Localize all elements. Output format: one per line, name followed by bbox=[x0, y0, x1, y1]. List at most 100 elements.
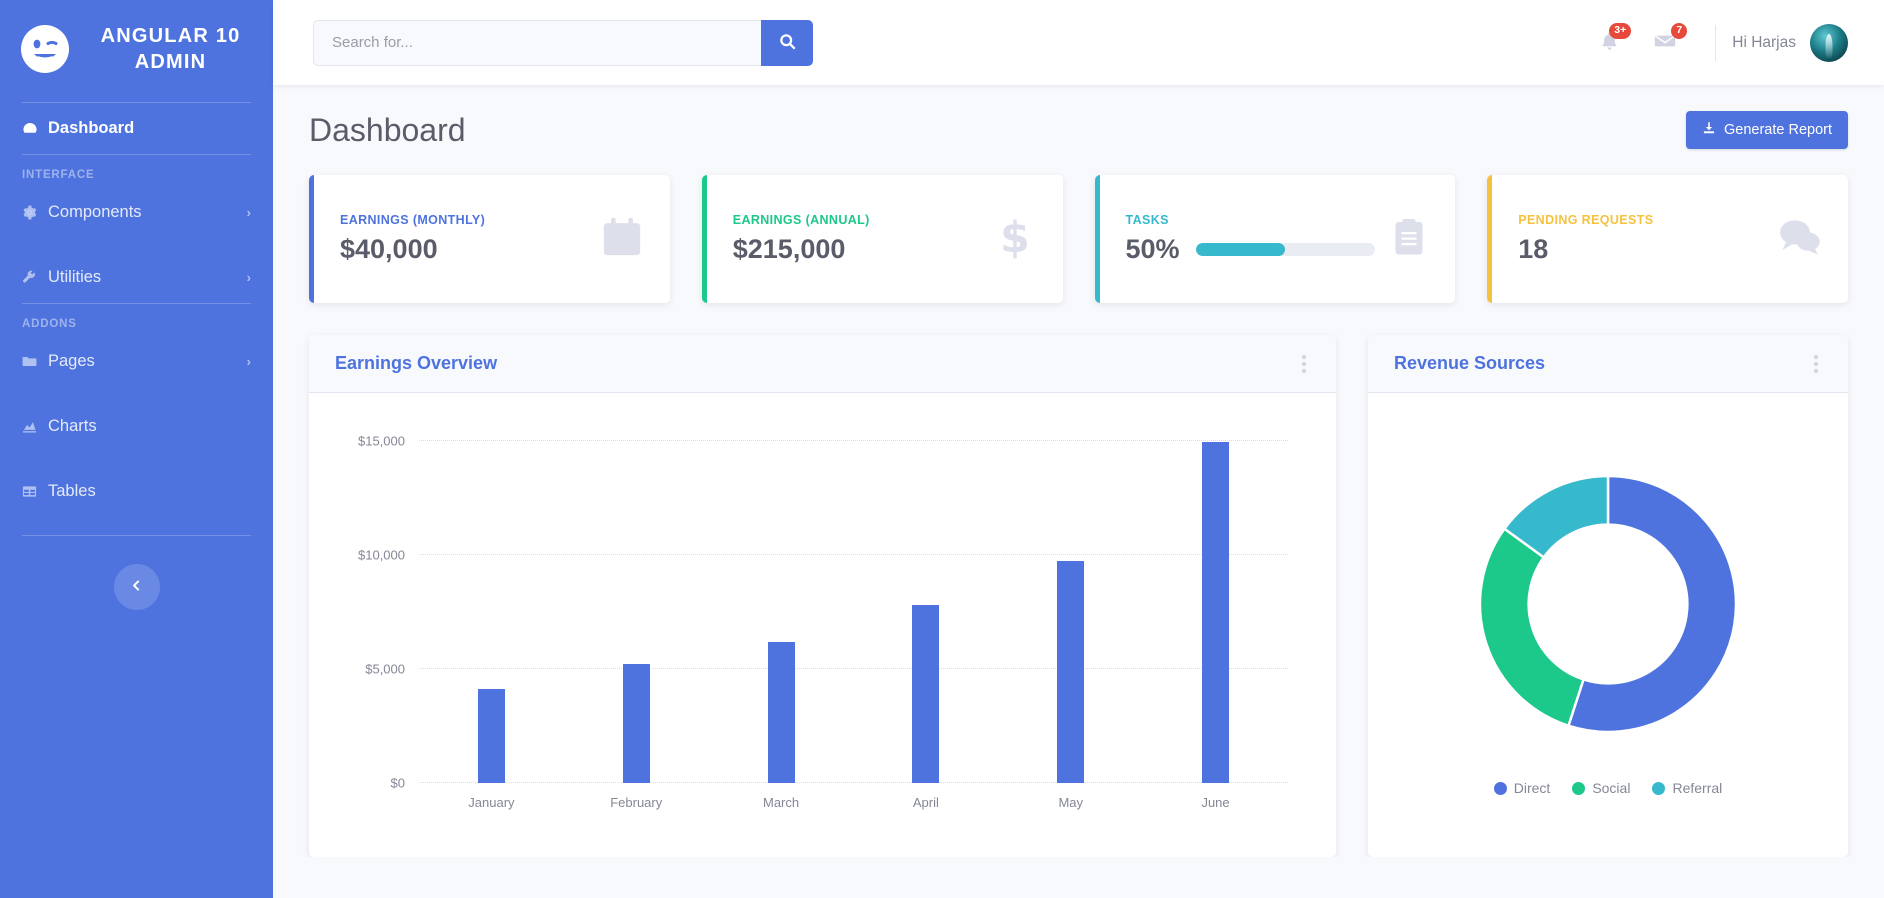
donut-legend-item[interactable]: Referral bbox=[1652, 780, 1722, 796]
stat-card-value-row: $40,000 bbox=[340, 234, 586, 265]
stat-card-earnings-monthly[interactable]: Earnings (Monthly) $40,000 bbox=[309, 175, 670, 303]
stat-card-value: $215,000 bbox=[732, 234, 846, 264]
stat-card-value: 18 bbox=[1518, 234, 1549, 264]
clipboard-list-icon bbox=[1389, 217, 1429, 262]
sidebar-item-charts[interactable]: Charts bbox=[0, 401, 273, 452]
stat-card-earnings-annual[interactable]: Earnings (Annual) $215,000 $ bbox=[701, 175, 1063, 303]
stat-card-body: Earnings (Annual) $215,000 bbox=[733, 213, 979, 265]
sidebar-item-dashboard[interactable]: Dashboard bbox=[0, 103, 273, 154]
charts-row: Earnings Overview $0 $5,000 $10,000 $15,000… bbox=[309, 335, 1848, 857]
sidebar-item-label: Charts bbox=[48, 417, 97, 435]
legend-color-dot bbox=[1493, 781, 1507, 795]
chart-area-icon bbox=[22, 419, 48, 434]
sidebar-item-label: Dashboard bbox=[48, 119, 135, 137]
main-area: 3+ 7 Hi Harjas bbox=[273, 0, 1884, 898]
topbar-separator bbox=[1715, 24, 1717, 61]
search-button[interactable] bbox=[761, 19, 813, 66]
topbar: 3+ 7 Hi Harjas bbox=[273, 0, 1884, 85]
stat-card-tasks[interactable]: Tasks 50% bbox=[1094, 175, 1456, 303]
legend-label: Direct bbox=[1513, 780, 1551, 796]
kebab-menu-icon[interactable] bbox=[1298, 349, 1310, 379]
sidebar-brand[interactable]: Angular 10 Admin bbox=[0, 0, 273, 102]
stat-card-pending-requests[interactable]: Pending Requests 18 bbox=[1487, 175, 1848, 303]
dollar-sign-icon: $ bbox=[993, 213, 1037, 264]
donut-legend-item[interactable]: Social bbox=[1572, 780, 1630, 796]
bar-chart-column[interactable]: May bbox=[998, 441, 1143, 810]
sidebar-item-components[interactable]: Components › bbox=[0, 187, 273, 238]
svg-text:$: $ bbox=[1000, 215, 1030, 259]
stat-card-body: Tasks 50% bbox=[1126, 213, 1376, 265]
stat-card-label: Tasks bbox=[1125, 213, 1169, 227]
bar-chart-x-tick-label: April bbox=[912, 795, 939, 810]
stat-card-value-row: 18 bbox=[1518, 234, 1762, 265]
kebab-menu-icon[interactable] bbox=[1810, 349, 1822, 379]
alerts-button[interactable]: 3+ bbox=[1581, 17, 1637, 69]
bar-chart-column[interactable]: June bbox=[1143, 441, 1288, 810]
sidebar-item-label: Components bbox=[48, 203, 142, 221]
sidebar-item-label: Pages bbox=[48, 352, 95, 370]
card-body: Direct Social Referral bbox=[1368, 393, 1848, 857]
generate-report-button[interactable]: Generate Report bbox=[1685, 111, 1848, 149]
bar-chart-y-tick-label: $0 bbox=[390, 775, 405, 791]
card-title: Revenue Sources bbox=[1394, 353, 1546, 373]
bar-chart-column[interactable]: February bbox=[564, 441, 709, 810]
card-header: Revenue Sources bbox=[1368, 335, 1848, 393]
sidebar-toggle-button[interactable] bbox=[113, 564, 160, 610]
stat-card-body: Pending Requests 18 bbox=[1518, 213, 1762, 265]
card-header: Earnings Overview bbox=[309, 335, 1336, 393]
avatar bbox=[1810, 23, 1848, 62]
earnings-overview-card: Earnings Overview $0 $5,000 $10,000 $15,000… bbox=[309, 335, 1336, 857]
sidebar-item-tables[interactable]: Tables bbox=[0, 466, 273, 517]
stat-card-value: 50% bbox=[1125, 234, 1180, 264]
bar-chart-bar[interactable] bbox=[767, 642, 795, 783]
revenue-sources-card: Revenue Sources Direct Social Referral bbox=[1368, 335, 1848, 857]
cog-icon bbox=[22, 205, 48, 220]
tachometer-icon bbox=[22, 121, 48, 137]
sidebar-divider-bottom bbox=[22, 535, 251, 536]
stat-card-label: Pending Requests bbox=[1518, 213, 1654, 227]
bar-chart-x-tick-label: January bbox=[468, 795, 515, 810]
sidebar: Angular 10 Admin Dashboard Interface Com… bbox=[0, 0, 273, 898]
donut-svg bbox=[1458, 454, 1758, 754]
sidebar-toggle-wrap bbox=[0, 564, 273, 610]
user-greeting: Hi Harjas bbox=[1732, 33, 1796, 51]
donut-legend: Direct Social Referral bbox=[1493, 780, 1722, 796]
search-form bbox=[313, 19, 813, 66]
table-icon bbox=[22, 484, 48, 499]
sidebar-item-utilities[interactable]: Utilities › bbox=[0, 252, 273, 303]
wrench-icon bbox=[22, 270, 48, 285]
user-menu[interactable]: Hi Harjas bbox=[1732, 23, 1848, 62]
bar-chart-column[interactable]: January bbox=[419, 441, 564, 810]
app-root: Angular 10 Admin Dashboard Interface Com… bbox=[0, 0, 1884, 898]
chevron-right-icon: › bbox=[246, 205, 251, 220]
search-input[interactable] bbox=[313, 19, 761, 66]
bar-chart-bar[interactable] bbox=[1202, 441, 1230, 783]
sidebar-item-pages[interactable]: Pages › bbox=[0, 336, 273, 387]
chevron-left-icon bbox=[130, 579, 143, 596]
messages-button[interactable]: 7 bbox=[1637, 17, 1693, 69]
bar-chart-column[interactable]: March bbox=[709, 441, 854, 810]
donut-slice[interactable] bbox=[1478, 527, 1586, 728]
comments-icon bbox=[1776, 214, 1822, 265]
sidebar-item-label: Tables bbox=[48, 482, 96, 500]
bar-chart-column[interactable]: April bbox=[853, 441, 998, 810]
bar-chart-bar[interactable] bbox=[912, 605, 940, 783]
donut-legend-item[interactable]: Direct bbox=[1493, 780, 1551, 796]
sidebar-heading-addons: Addons bbox=[22, 318, 77, 330]
bar-chart-bar[interactable] bbox=[1057, 560, 1085, 783]
bar-chart-bar[interactable] bbox=[477, 689, 505, 783]
page-header: Dashboard Generate Report bbox=[309, 111, 1848, 149]
legend-color-dot bbox=[1652, 781, 1666, 795]
card-title: Earnings Overview bbox=[335, 353, 498, 373]
sidebar-heading-interface: Interface bbox=[22, 169, 95, 181]
calendar-icon bbox=[600, 215, 644, 264]
bar-chart-bar[interactable] bbox=[622, 663, 650, 783]
bar-chart-x-tick-label: March bbox=[763, 795, 800, 810]
bar-chart-y-tick-label: $5,000 bbox=[365, 661, 405, 677]
chevron-right-icon: › bbox=[246, 354, 251, 369]
bar-chart-y-tick-label: $15,000 bbox=[358, 433, 405, 449]
legend-label: Social bbox=[1592, 780, 1631, 796]
alerts-badge: 3+ bbox=[1609, 22, 1632, 39]
